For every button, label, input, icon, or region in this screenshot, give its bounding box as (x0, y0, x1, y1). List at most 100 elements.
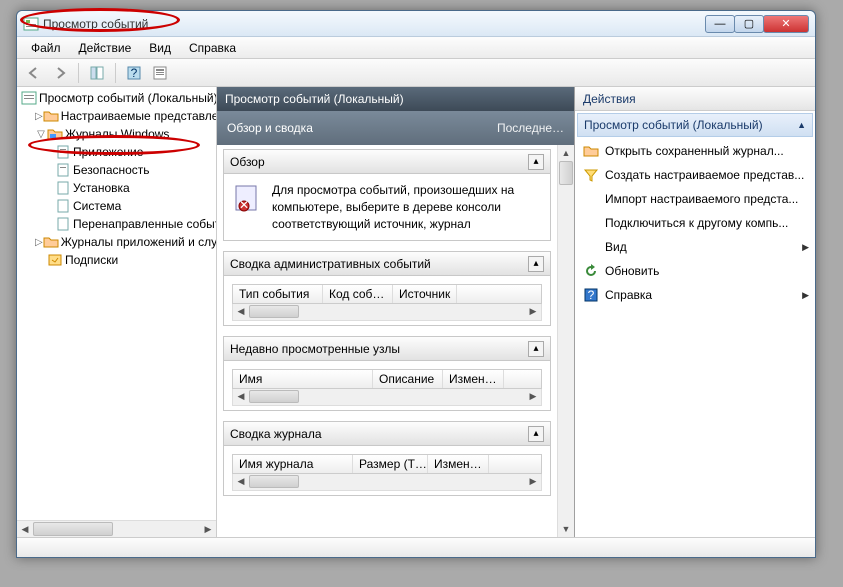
scroll-left-icon[interactable]: ◀ (233, 389, 249, 404)
section-header[interactable]: Обзор ▴ (224, 150, 550, 174)
tree-item-setup[interactable]: Установка (17, 179, 216, 197)
center-vscrollbar[interactable]: ▲ ▼ (557, 145, 574, 537)
section-admin-summary: Сводка административных событий ▴ Тип со… (223, 251, 551, 326)
tree-root[interactable]: Просмотр событий (Локальный) (17, 89, 216, 107)
app-icon (23, 16, 39, 32)
scroll-up-icon[interactable]: ▲ (558, 145, 574, 161)
tree-item-subscriptions[interactable]: Подписки (17, 251, 216, 269)
menu-file[interactable]: Файл (23, 39, 69, 57)
scroll-left-icon[interactable]: ◀ (17, 521, 33, 537)
col-source[interactable]: Источник (393, 285, 457, 303)
overview-timestamp: Последне… (497, 121, 564, 135)
scroll-thumb[interactable] (249, 475, 299, 488)
action-view[interactable]: Вид ▶ (575, 235, 815, 259)
folder-open-icon (583, 143, 599, 159)
folder-icon (43, 108, 59, 124)
blank-icon (583, 239, 599, 255)
table-headers[interactable]: Имя Описание Измен… (232, 369, 542, 389)
scroll-right-icon[interactable]: ▶ (525, 389, 541, 404)
subscriptions-icon (47, 252, 63, 268)
collapse-icon[interactable]: ▴ (528, 154, 544, 170)
collapse-icon[interactable]: ▴ (528, 426, 544, 442)
actions-group-header[interactable]: Просмотр событий (Локальный) ▲ (577, 113, 813, 137)
scroll-left-icon[interactable]: ◀ (233, 474, 249, 489)
col-modified[interactable]: Измен… (428, 455, 489, 473)
table-hscrollbar[interactable]: ◀ ▶ (232, 389, 542, 406)
col-description[interactable]: Описание (373, 370, 443, 388)
center-header: Просмотр событий (Локальный) (217, 87, 574, 111)
tree[interactable]: Просмотр событий (Локальный) ▷ Настраива… (17, 87, 216, 520)
col-event-type[interactable]: Тип события (233, 285, 323, 303)
menu-action[interactable]: Действие (71, 39, 140, 57)
scroll-down-icon[interactable]: ▼ (558, 521, 574, 537)
maximize-button[interactable]: ▢ (734, 15, 764, 33)
action-refresh[interactable]: Обновить (575, 259, 815, 283)
scroll-thumb[interactable] (559, 161, 573, 185)
scroll-thumb[interactable] (249, 390, 299, 403)
scroll-thumb[interactable] (249, 305, 299, 318)
scroll-thumb[interactable] (33, 522, 113, 536)
table-hscrollbar[interactable]: ◀ ▶ (232, 304, 542, 321)
show-tree-button[interactable] (86, 62, 108, 84)
refresh-icon (583, 263, 599, 279)
collapse-icon[interactable]: ▲ (797, 120, 806, 130)
tree-item-label: Приложение (73, 145, 143, 159)
close-button[interactable]: ✕ (763, 15, 809, 33)
col-name[interactable]: Имя (233, 370, 373, 388)
log-icon (55, 216, 71, 232)
col-event-id[interactable]: Код соб… (323, 285, 393, 303)
tree-item-forwarded[interactable]: Перенаправленные события (17, 215, 216, 233)
col-size[interactable]: Размер (Т… (353, 455, 428, 473)
action-label: Открыть сохраненный журнал... (605, 144, 809, 158)
expander-icon[interactable]: ▷ (35, 237, 43, 248)
tree-root-label: Просмотр событий (Локальный) (39, 91, 216, 105)
expander-icon[interactable]: ▷ (35, 111, 43, 122)
collapse-icon[interactable]: ▴ (528, 341, 544, 357)
help-button[interactable]: ? (123, 62, 145, 84)
action-open-saved-log[interactable]: Открыть сохраненный журнал... (575, 139, 815, 163)
tree-item-windows-logs[interactable]: ▽ Журналы Windows (17, 125, 216, 143)
titlebar[interactable]: Просмотр событий — ▢ ✕ (17, 11, 815, 37)
props-icon[interactable] (149, 62, 171, 84)
chevron-right-icon: ▶ (802, 290, 809, 301)
section-header[interactable]: Недавно просмотренные узлы ▴ (224, 337, 550, 361)
table-hscrollbar[interactable]: ◀ ▶ (232, 474, 542, 491)
tree-item-app-services-logs[interactable]: ▷ Журналы приложений и служб (17, 233, 216, 251)
table-headers[interactable]: Имя журнала Размер (Т… Измен… (232, 454, 542, 474)
action-connect-computer[interactable]: Подключиться к другому компь... (575, 211, 815, 235)
minimize-button[interactable]: — (705, 15, 735, 33)
forward-button[interactable] (49, 62, 71, 84)
actions-group-label: Просмотр событий (Локальный) (584, 118, 763, 132)
col-modified[interactable]: Измен… (443, 370, 504, 388)
tree-hscrollbar[interactable]: ◀ ▶ (17, 520, 216, 537)
scroll-right-icon[interactable]: ▶ (525, 304, 541, 319)
tree-pane: Просмотр событий (Локальный) ▷ Настраива… (17, 87, 217, 537)
action-label: Вид (605, 240, 796, 254)
menu-view[interactable]: Вид (141, 39, 179, 57)
action-create-custom-view[interactable]: Создать настраиваемое представ... (575, 163, 815, 187)
collapse-icon[interactable]: ▴ (528, 256, 544, 272)
help-icon: ? (583, 287, 599, 303)
action-label: Подключиться к другому компь... (605, 216, 809, 230)
tree-item-custom-views[interactable]: ▷ Настраиваемые представления (17, 107, 216, 125)
action-label: Импорт настраиваемого предста... (605, 192, 809, 206)
scroll-left-icon[interactable]: ◀ (233, 304, 249, 319)
center-pane: Просмотр событий (Локальный) Обзор и сво… (217, 87, 575, 537)
scroll-right-icon[interactable]: ▶ (525, 474, 541, 489)
section-overview: Обзор ▴ ✕ Для просмотра событий, произош… (223, 149, 551, 241)
table-headers[interactable]: Тип события Код соб… Источник (232, 284, 542, 304)
menu-help[interactable]: Справка (181, 39, 244, 57)
action-help[interactable]: ? Справка ▶ (575, 283, 815, 307)
tree-item-application[interactable]: Приложение (17, 143, 216, 161)
col-log-name[interactable]: Имя журнала (233, 455, 353, 473)
back-button[interactable] (23, 62, 45, 84)
action-import-custom-view[interactable]: Импорт настраиваемого предста... (575, 187, 815, 211)
scroll-right-icon[interactable]: ▶ (200, 521, 216, 537)
tree-item-security[interactable]: Безопасность (17, 161, 216, 179)
section-header[interactable]: Сводка административных событий ▴ (224, 252, 550, 276)
section-header[interactable]: Сводка журнала ▴ (224, 422, 550, 446)
tree-item-label: Безопасность (73, 163, 150, 177)
expander-icon[interactable]: ▽ (35, 129, 47, 140)
tree-item-system[interactable]: Система (17, 197, 216, 215)
svg-text:?: ? (131, 66, 138, 80)
